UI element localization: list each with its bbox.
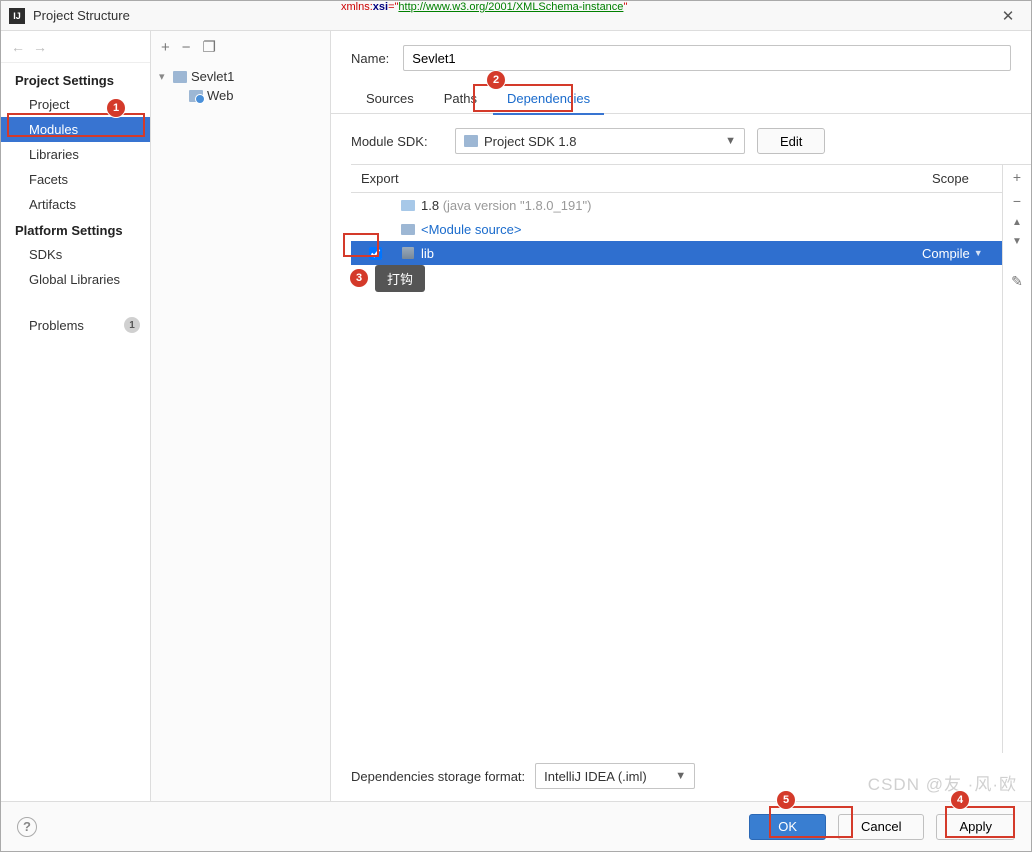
sidebar-item-global-libraries[interactable]: Global Libraries [1, 267, 150, 292]
tab-paths[interactable]: Paths [429, 82, 492, 114]
dep-row-module-source[interactable]: <Module source> [351, 217, 1002, 241]
edit-dep-icon[interactable]: ✎ [1011, 273, 1023, 290]
module-name-input[interactable] [403, 45, 1011, 71]
annotation-marker-1: 1 [107, 99, 125, 117]
apply-button[interactable]: Apply [936, 814, 1015, 840]
annotation-marker-5: 5 [777, 791, 795, 809]
ok-button[interactable]: OK [749, 814, 826, 840]
move-down-icon[interactable]: ▼ [1012, 236, 1022, 247]
main-panel: Name: Sources Paths Dependencies Module … [331, 31, 1031, 801]
dep-row-sdk[interactable]: 1.8 (java version "1.8.0_191") [351, 193, 1002, 217]
folder-icon [401, 200, 415, 211]
tree-remove-icon[interactable]: − [182, 39, 191, 56]
library-icon [402, 247, 414, 259]
tree-node-web[interactable]: Web [151, 86, 330, 105]
sidebar-item-facets[interactable]: Facets [1, 167, 150, 192]
tree-add-icon[interactable]: + [161, 39, 170, 56]
annotation-tooltip: 打钩 [375, 265, 425, 292]
nav-forward-icon[interactable]: → [33, 39, 47, 55]
watermark: CSDN @友 ·风·欧 [868, 770, 1017, 795]
chevron-down-icon: ▼ [974, 248, 983, 258]
tab-dependencies[interactable]: Dependencies [492, 82, 605, 114]
sidebar-item-artifacts[interactable]: Artifacts [1, 192, 150, 217]
module-icon [173, 71, 187, 83]
xml-artifact: xmlns:xsi="http://www.w3.org/2001/XMLSch… [341, 0, 627, 13]
cancel-button[interactable]: Cancel [838, 814, 924, 840]
module-tree-panel: + − ❐ ▾ Sevlet1 Web [151, 31, 331, 801]
folder-icon [401, 224, 415, 235]
storage-label: Dependencies storage format: [351, 769, 525, 784]
deps-side-tools: + − ▲ ▼ ✎ [1003, 165, 1031, 753]
dep-row-lib[interactable]: lib Compile▼ [351, 241, 1002, 265]
chevron-down-icon: ▼ [675, 770, 686, 782]
tree-copy-icon[interactable]: ❐ [203, 38, 216, 56]
module-sdk-combo[interactable]: Project SDK 1.8 ▼ [455, 128, 745, 154]
tab-sources[interactable]: Sources [351, 82, 429, 114]
sdk-icon [464, 135, 478, 147]
annotation-marker-4: 4 [951, 791, 969, 809]
sidebar-item-project[interactable]: Project [1, 92, 150, 117]
remove-dep-icon[interactable]: − [1013, 193, 1021, 209]
nav-back-icon[interactable]: ← [11, 39, 25, 55]
section-platform-settings: Platform Settings [1, 217, 150, 242]
section-project-settings: Project Settings [1, 67, 150, 92]
annotation-marker-3: 3 [350, 269, 368, 287]
move-up-icon[interactable]: ▲ [1012, 217, 1022, 228]
export-checkbox[interactable] [369, 247, 382, 260]
sidebar-item-libraries[interactable]: Libraries [1, 142, 150, 167]
sidebar-item-problems[interactable]: Problems 1 [1, 312, 150, 338]
sidebar: ← → Project Settings Project Modules Lib… [1, 31, 151, 801]
col-export: Export [351, 165, 922, 192]
name-label: Name: [351, 51, 389, 66]
tree-node-root[interactable]: ▾ Sevlet1 [151, 67, 330, 86]
problems-count-badge: 1 [124, 317, 140, 333]
close-icon[interactable]: ✕ [993, 7, 1023, 25]
col-scope: Scope [922, 165, 1002, 192]
storage-format-combo[interactable]: IntelliJ IDEA (.iml) ▼ [535, 763, 695, 789]
app-icon: IJ [9, 8, 25, 24]
sidebar-item-sdks[interactable]: SDKs [1, 242, 150, 267]
sidebar-item-modules[interactable]: Modules [1, 117, 150, 142]
add-dep-icon[interactable]: + [1013, 169, 1021, 185]
annotation-marker-2: 2 [487, 71, 505, 89]
chevron-down-icon: ▼ [725, 135, 736, 147]
web-facet-icon [189, 90, 203, 102]
caret-down-icon: ▾ [159, 70, 169, 83]
module-sdk-label: Module SDK: [351, 134, 443, 149]
help-button[interactable]: ? [17, 817, 37, 837]
edit-sdk-button[interactable]: Edit [757, 128, 825, 154]
